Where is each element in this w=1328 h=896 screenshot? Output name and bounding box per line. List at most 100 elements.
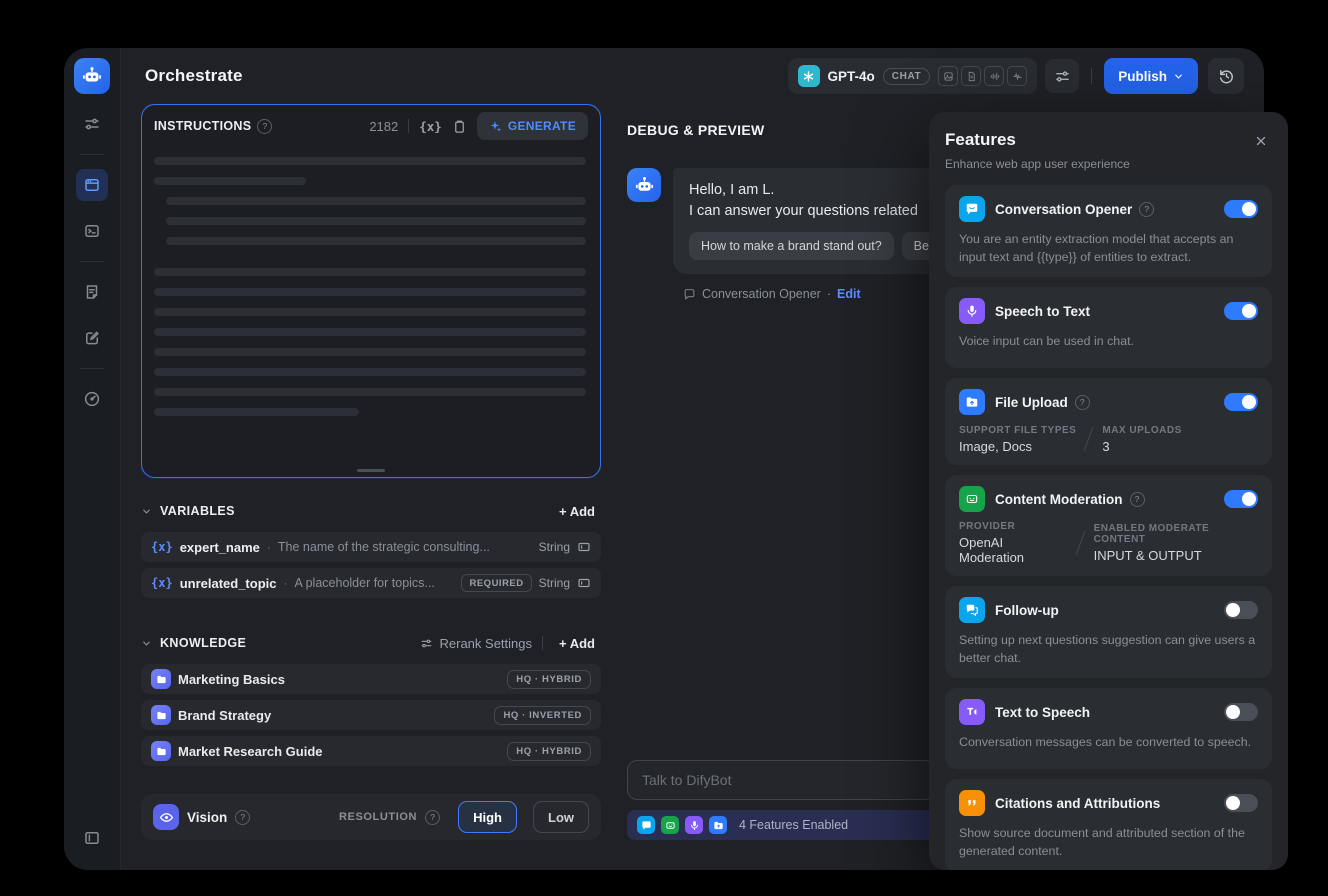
features-enabled-label: 4 Features Enabled [739, 818, 849, 832]
feature-description: You are an entity extraction model that … [959, 232, 1234, 264]
eye-icon [153, 804, 179, 830]
variable-token-icon: {x} [151, 540, 173, 554]
rerank-settings-button[interactable]: Rerank Settings [420, 636, 532, 651]
feature-toggle[interactable] [1224, 703, 1258, 722]
help-icon[interactable]: ? [1139, 201, 1155, 217]
chevron-down-icon[interactable] [141, 506, 152, 517]
knowledge-badge: HQ · HYBRID [507, 669, 591, 689]
model-capability-icons [938, 66, 1028, 86]
separator-dot: · [283, 576, 288, 590]
logs-icon[interactable] [76, 276, 108, 308]
skeleton-line [166, 197, 586, 205]
meta-divider [1068, 528, 1094, 558]
variable-row[interactable]: {x} unrelated_topic · A placeholder for … [141, 568, 601, 598]
follow-up-icon [959, 597, 985, 624]
text-to-speech-icon [959, 699, 985, 726]
knowledge-badge: HQ · INVERTED [494, 705, 591, 725]
edit-opener-link[interactable]: Edit [837, 287, 861, 301]
close-icon[interactable] [1250, 130, 1272, 152]
sidebar-divider [80, 368, 104, 369]
help-icon[interactable]: ? [1129, 491, 1145, 507]
skeleton-line [154, 308, 586, 316]
conversation-opener-icon [637, 816, 655, 834]
meta-value: 3 [1102, 438, 1110, 454]
add-variable-button[interactable]: + Add [553, 500, 601, 523]
meta-value: OpenAI Moderation [959, 535, 1025, 566]
publish-label: Publish [1118, 68, 1167, 84]
generate-button[interactable]: GENERATE [476, 112, 588, 140]
help-icon[interactable]: ? [235, 809, 251, 825]
collapse-sidebar-icon[interactable] [76, 822, 108, 854]
features-title: Features [945, 130, 1016, 149]
knowledge-name: Market Research Guide [178, 743, 323, 759]
variables-title: VARIABLES [160, 504, 235, 518]
feature-toggle[interactable] [1224, 601, 1258, 620]
knowledge-row[interactable]: Brand Strategy HQ · INVERTED [141, 700, 601, 730]
skeleton-line [154, 408, 359, 416]
version-history-button[interactable] [1208, 58, 1244, 94]
instructions-panel: INSTRUCTIONS ? 2182 {x} GENERATE [141, 104, 601, 478]
resolution-high-button[interactable]: High [458, 801, 517, 833]
knowledge-row[interactable]: Marketing Basics HQ · HYBRID [141, 664, 601, 694]
resize-handle[interactable] [357, 469, 385, 472]
knowledge-row[interactable]: Market Research Guide HQ · HYBRID [141, 736, 601, 766]
skeleton-line [154, 177, 306, 185]
help-icon[interactable]: ? [1074, 394, 1090, 410]
terminal-icon[interactable] [76, 215, 108, 247]
feature-description: Show source document and attributed sect… [959, 826, 1245, 859]
orchestrate-window-icon[interactable] [76, 169, 108, 201]
skeleton-line [154, 328, 586, 336]
feature-toggle[interactable] [1224, 794, 1258, 813]
feature-card-speech-to-text: Speech to Text Voice input can be used i… [945, 287, 1272, 369]
speech-to-text-icon [959, 298, 985, 325]
publish-button[interactable]: Publish [1104, 58, 1198, 94]
required-badge: REQUIRED [461, 574, 532, 592]
chat-bubble-icon [683, 288, 696, 301]
app-logo-robot-icon[interactable] [74, 58, 110, 94]
feature-description: Voice input can be used in chat. [959, 334, 1134, 349]
history-icon [1219, 69, 1233, 83]
chevron-down-icon[interactable] [141, 638, 152, 649]
annotation-icon[interactable] [76, 322, 108, 354]
suggested-question-chip[interactable]: How to make a brand stand out? [689, 232, 894, 261]
model-selector[interactable]: GPT-4o CHAT [787, 58, 1038, 94]
divider [542, 636, 543, 650]
monitor-icon[interactable] [76, 383, 108, 415]
feature-title: Citations and Attributions [995, 795, 1161, 811]
copy-clipboard-icon[interactable] [452, 119, 467, 134]
speech-to-text-icon [685, 816, 703, 834]
skeleton-line [154, 388, 586, 396]
model-settings-icon[interactable] [1045, 59, 1080, 93]
content-moderation-icon [959, 486, 985, 513]
variable-type: String [538, 576, 570, 590]
citations-icon [959, 790, 985, 817]
resolution-label: RESOLUTION [338, 811, 418, 823]
insert-variable-icon[interactable]: {x} [419, 119, 442, 134]
orchestrate-config-column: INSTRUCTIONS ? 2182 {x} GENERATE VARIABL… [141, 104, 601, 870]
skeleton-line [154, 368, 586, 376]
feature-title: Conversation Opener [995, 201, 1133, 217]
knowledge-section-header: KNOWLEDGE Rerank Settings + Add [141, 632, 601, 654]
variable-row[interactable]: {x} expert_name · The name of the strate… [141, 532, 601, 562]
sidebar-divider [80, 261, 104, 262]
video-capability-icon [1007, 66, 1028, 86]
add-knowledge-button[interactable]: + Add [553, 632, 601, 655]
help-icon[interactable]: ? [257, 118, 273, 134]
feature-title: Text to Speech [995, 704, 1091, 720]
feature-toggle[interactable] [1224, 200, 1258, 218]
text-field-icon [577, 576, 591, 590]
feature-toggle[interactable] [1224, 302, 1258, 321]
instructions-editor[interactable] [142, 147, 600, 477]
resolution-low-button[interactable]: Low [533, 801, 589, 833]
character-count: 2182 [369, 118, 399, 134]
variable-name: expert_name [179, 539, 260, 555]
variable-token-icon: {x} [151, 576, 173, 590]
tune-icon [421, 639, 431, 647]
feature-card-text-to-speech: Text to Speech Conversation messages can… [945, 688, 1272, 770]
feature-toggle[interactable] [1224, 490, 1258, 509]
tune-icon[interactable] [76, 108, 108, 140]
chevron-down-icon [1175, 74, 1182, 79]
knowledge-name: Brand Strategy [178, 707, 272, 723]
feature-toggle[interactable] [1224, 393, 1258, 412]
help-icon[interactable]: ? [425, 809, 441, 825]
